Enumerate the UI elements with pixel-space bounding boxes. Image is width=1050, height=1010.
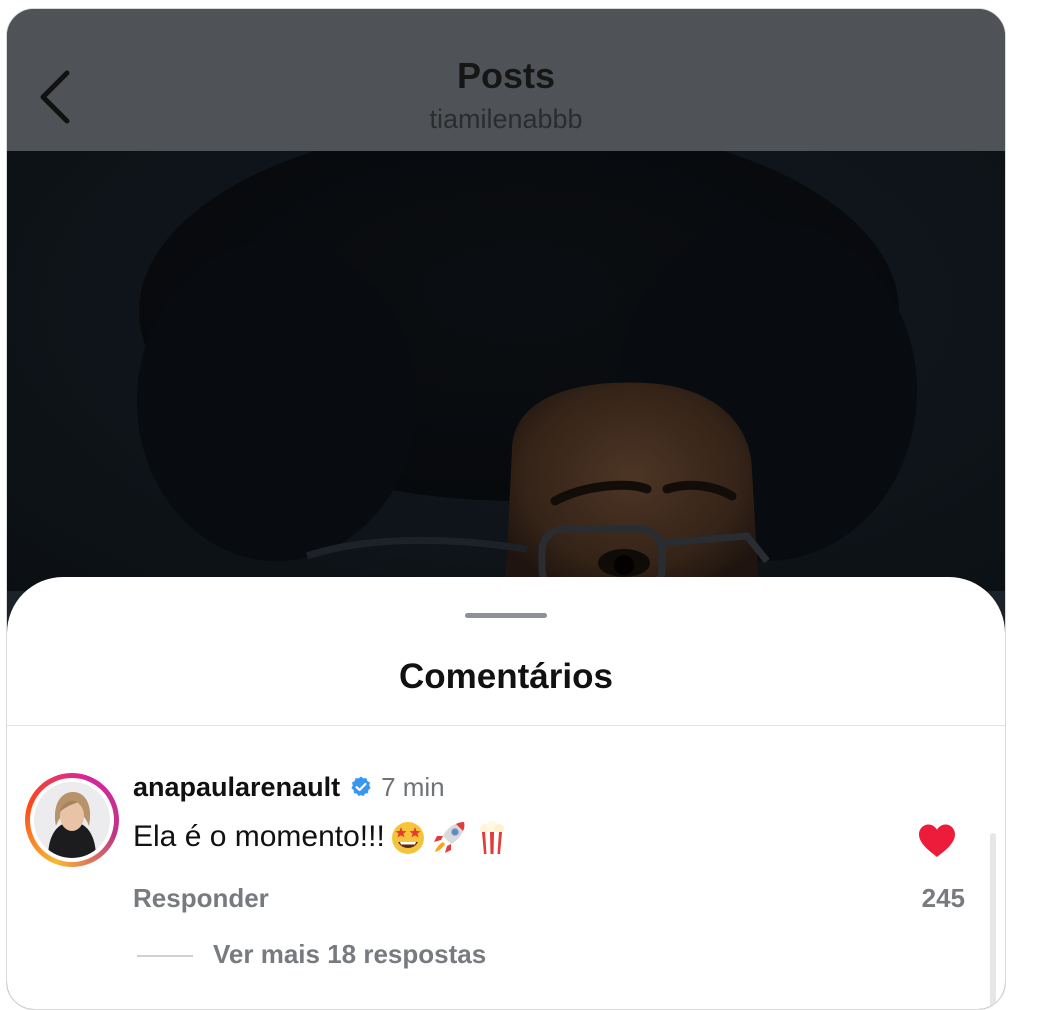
comment-item: anapaularenault 7 min Ela é o momento!!! (7, 767, 1005, 997)
account-username[interactable]: tiamilenabbb (7, 104, 1005, 135)
star-struck-emoji-icon (391, 822, 424, 854)
comments-sheet: Comentários anapaularenault 7 min Ela é … (7, 577, 1005, 1009)
verified-badge-icon (351, 776, 371, 797)
reply-button[interactable]: Responder (133, 883, 269, 914)
heart-icon[interactable] (917, 823, 957, 859)
top-navigation-bar: Posts tiamilenabbb (7, 9, 1005, 151)
replies-divider-line (137, 955, 193, 957)
scrollbar[interactable] (990, 833, 996, 1009)
like-count: 245 (921, 883, 965, 913)
comment-header: anapaularenault 7 min (133, 767, 445, 807)
sheet-drag-handle[interactable] (465, 613, 547, 618)
phone-screen: Posts tiamilenabbb Comentários anapaular… (6, 8, 1006, 1010)
post-photo-illustration (7, 151, 1005, 591)
comments-title: Comentários (399, 657, 613, 696)
comment-text: Ela é o momento!!! (133, 820, 385, 853)
view-more-replies-button[interactable]: Ver mais 18 respostas (213, 939, 486, 970)
avatar[interactable] (25, 773, 119, 867)
page-title: Posts (456, 55, 556, 96)
avatar-portrait (34, 782, 110, 858)
comment-timestamp: 7 min (381, 771, 445, 802)
comment-text-row: Ela é o momento!!! (133, 815, 511, 859)
popcorn-emoji-icon (479, 820, 504, 854)
divider (7, 725, 1005, 726)
avatar-image (34, 782, 110, 858)
post-image[interactable] (7, 151, 1005, 591)
rocket-emoji-icon (433, 822, 465, 853)
comment-username[interactable]: anapaularenault (133, 772, 340, 803)
